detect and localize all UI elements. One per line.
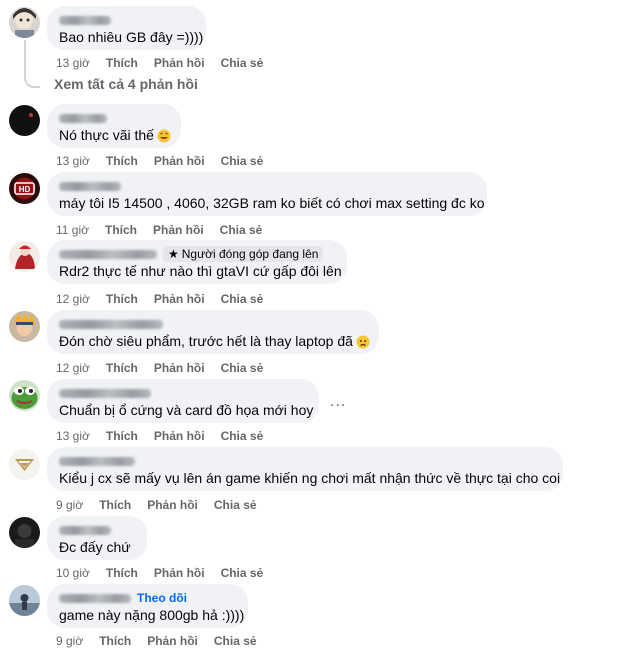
svg-text:HD: HD bbox=[19, 185, 31, 194]
comment-text: Bao nhiêu GB đây =)))) bbox=[59, 29, 204, 45]
comment-actions: 13 giờ Thích Phản hồi Chia sẻ bbox=[56, 153, 263, 169]
comment-text: Chuẩn bị ổ cứng và card đồ họa mới hoy bbox=[59, 402, 314, 418]
star-icon: ★ bbox=[168, 247, 179, 261]
comment-time[interactable]: 13 giờ bbox=[56, 55, 90, 71]
commenter-name[interactable] bbox=[59, 178, 475, 194]
avatar[interactable] bbox=[9, 241, 40, 272]
like-button[interactable]: Thích bbox=[106, 360, 138, 376]
comment-bubble: Đc đấy chứ bbox=[47, 516, 147, 560]
share-button[interactable]: Chia sẻ bbox=[221, 360, 264, 376]
comment-text: Kiểu j cx sẽ mấy vụ lên án game khiến ng… bbox=[59, 470, 561, 486]
comment-text: Đc đấy chứ bbox=[59, 539, 131, 555]
comment-time[interactable]: 12 giờ bbox=[56, 291, 90, 307]
comment-text: máy tôi I5 14500 , 4060, 32GB ram ko biế… bbox=[59, 195, 485, 211]
comment-text: Rdr2 thực tế như nào thì gtaVI cứ gấp đô… bbox=[59, 263, 342, 279]
comment-time[interactable]: 13 giờ bbox=[56, 428, 90, 444]
commenter-name[interactable] bbox=[59, 110, 169, 126]
reply-button[interactable]: Phản hồi bbox=[154, 291, 205, 307]
reply-button[interactable]: Phản hồi bbox=[154, 153, 205, 169]
like-button[interactable]: Thích bbox=[106, 153, 138, 169]
comment-actions: 13 giờ Thích Phản hồi Chia sẻ bbox=[56, 55, 263, 71]
commenter-name[interactable] bbox=[59, 385, 307, 401]
share-button[interactable]: Chia sẻ bbox=[221, 428, 264, 444]
reply-button[interactable]: Phản hồi bbox=[154, 565, 205, 581]
reply-button[interactable]: Phản hồi bbox=[153, 222, 204, 238]
comment-bubble: Nó thực vãi thế bbox=[47, 104, 181, 148]
follow-button[interactable]: Theo dõi bbox=[137, 590, 187, 606]
contributor-badge[interactable]: ★ Người đóng góp đang lên bbox=[163, 246, 324, 262]
comment-actions: 10 giờ Thích Phản hồi Chia sẻ bbox=[56, 565, 263, 581]
comment-actions: 13 giờ Thích Phản hồi Chia sẻ bbox=[56, 428, 263, 444]
like-button[interactable]: Thích bbox=[99, 633, 131, 649]
reply-button[interactable]: Phản hồi bbox=[154, 428, 205, 444]
reply-button[interactable]: Phản hồi bbox=[154, 360, 205, 376]
view-all-replies-link[interactable]: Xem tất cả 4 phản hồi bbox=[54, 76, 198, 92]
like-button[interactable]: Thích bbox=[106, 55, 138, 71]
avatar[interactable] bbox=[9, 380, 40, 411]
commenter-name[interactable] bbox=[59, 453, 551, 469]
reply-button[interactable]: Phản hồi bbox=[147, 497, 198, 513]
comment-bubble: máy tôi I5 14500 , 4060, 32GB ram ko biế… bbox=[47, 172, 487, 216]
comment-time[interactable]: 10 giờ bbox=[56, 565, 90, 581]
avatar[interactable]: HD bbox=[9, 173, 40, 204]
share-button[interactable]: Chia sẻ bbox=[221, 55, 264, 71]
avatar[interactable] bbox=[9, 517, 40, 548]
comment-time[interactable]: 11 giờ bbox=[56, 222, 89, 238]
share-button[interactable]: Chia sẻ bbox=[214, 633, 257, 649]
sad-emoji-icon bbox=[356, 335, 370, 353]
share-button[interactable]: Chia sẻ bbox=[220, 222, 263, 238]
avatar[interactable] bbox=[9, 311, 40, 342]
more-options-icon[interactable]: ... bbox=[330, 393, 346, 411]
reply-button[interactable]: Phản hồi bbox=[147, 633, 198, 649]
comment-bubble: Chuẩn bị ổ cứng và card đồ họa mới hoy bbox=[47, 379, 319, 423]
laughing-emoji-icon bbox=[157, 129, 171, 147]
like-button[interactable]: Thích bbox=[106, 565, 138, 581]
comment-time[interactable]: 9 giờ bbox=[56, 633, 83, 649]
comment-actions: 9 giờ Thích Phản hồi Chia sẻ bbox=[56, 497, 257, 513]
comment-bubble: Kiểu j cx sẽ mấy vụ lên án game khiến ng… bbox=[47, 447, 563, 491]
comment-actions: 11 giờ Thích Phản hồi Chia sẻ bbox=[56, 222, 262, 238]
avatar[interactable] bbox=[9, 7, 40, 38]
comment-actions: 9 giờ Thích Phản hồi Chia sẻ bbox=[56, 633, 257, 649]
comment-actions: 12 giờ Thích Phản hồi Chia sẻ bbox=[56, 291, 263, 307]
like-button[interactable]: Thích bbox=[106, 428, 138, 444]
commenter-name[interactable] bbox=[59, 316, 367, 332]
comment-bubble: Bao nhiêu GB đây =)))) bbox=[47, 6, 206, 50]
commenter-name[interactable] bbox=[59, 12, 194, 28]
reply-thread-line bbox=[24, 40, 40, 88]
comment-text: Nó thực vãi thế bbox=[59, 126, 171, 147]
comment-actions: 12 giờ Thích Phản hồi Chia sẻ bbox=[56, 360, 263, 376]
share-button[interactable]: Chia sẻ bbox=[221, 153, 264, 169]
share-button[interactable]: Chia sẻ bbox=[221, 565, 264, 581]
comment-bubble: Theo dõi game này nặng 800gb hả :)))) bbox=[47, 584, 248, 628]
like-button[interactable]: Thích bbox=[105, 222, 137, 238]
share-button[interactable]: Chia sẻ bbox=[214, 497, 257, 513]
avatar[interactable] bbox=[9, 449, 40, 480]
commenter-name[interactable]: ★ Người đóng góp đang lên bbox=[59, 246, 335, 262]
commenter-name[interactable]: Theo dõi bbox=[59, 590, 236, 606]
comment-time[interactable]: 13 giờ bbox=[56, 153, 90, 169]
comment-text: game này nặng 800gb hả :)))) bbox=[59, 607, 245, 623]
comment-bubble: Đón chờ siêu phẩm, trước hết là thay lap… bbox=[47, 310, 379, 354]
share-button[interactable]: Chia sẻ bbox=[221, 291, 264, 307]
avatar[interactable] bbox=[9, 105, 40, 136]
like-button[interactable]: Thích bbox=[99, 497, 131, 513]
commenter-name[interactable] bbox=[59, 522, 135, 538]
comment-bubble: ★ Người đóng góp đang lên Rdr2 thực tế nh… bbox=[47, 240, 347, 284]
comment-time[interactable]: 9 giờ bbox=[56, 497, 83, 513]
comment-time[interactable]: 12 giờ bbox=[56, 360, 90, 376]
comment-text: Đón chờ siêu phẩm, trước hết là thay lap… bbox=[59, 332, 370, 353]
reply-button[interactable]: Phản hồi bbox=[154, 55, 205, 71]
avatar[interactable] bbox=[9, 585, 40, 616]
like-button[interactable]: Thích bbox=[106, 291, 138, 307]
